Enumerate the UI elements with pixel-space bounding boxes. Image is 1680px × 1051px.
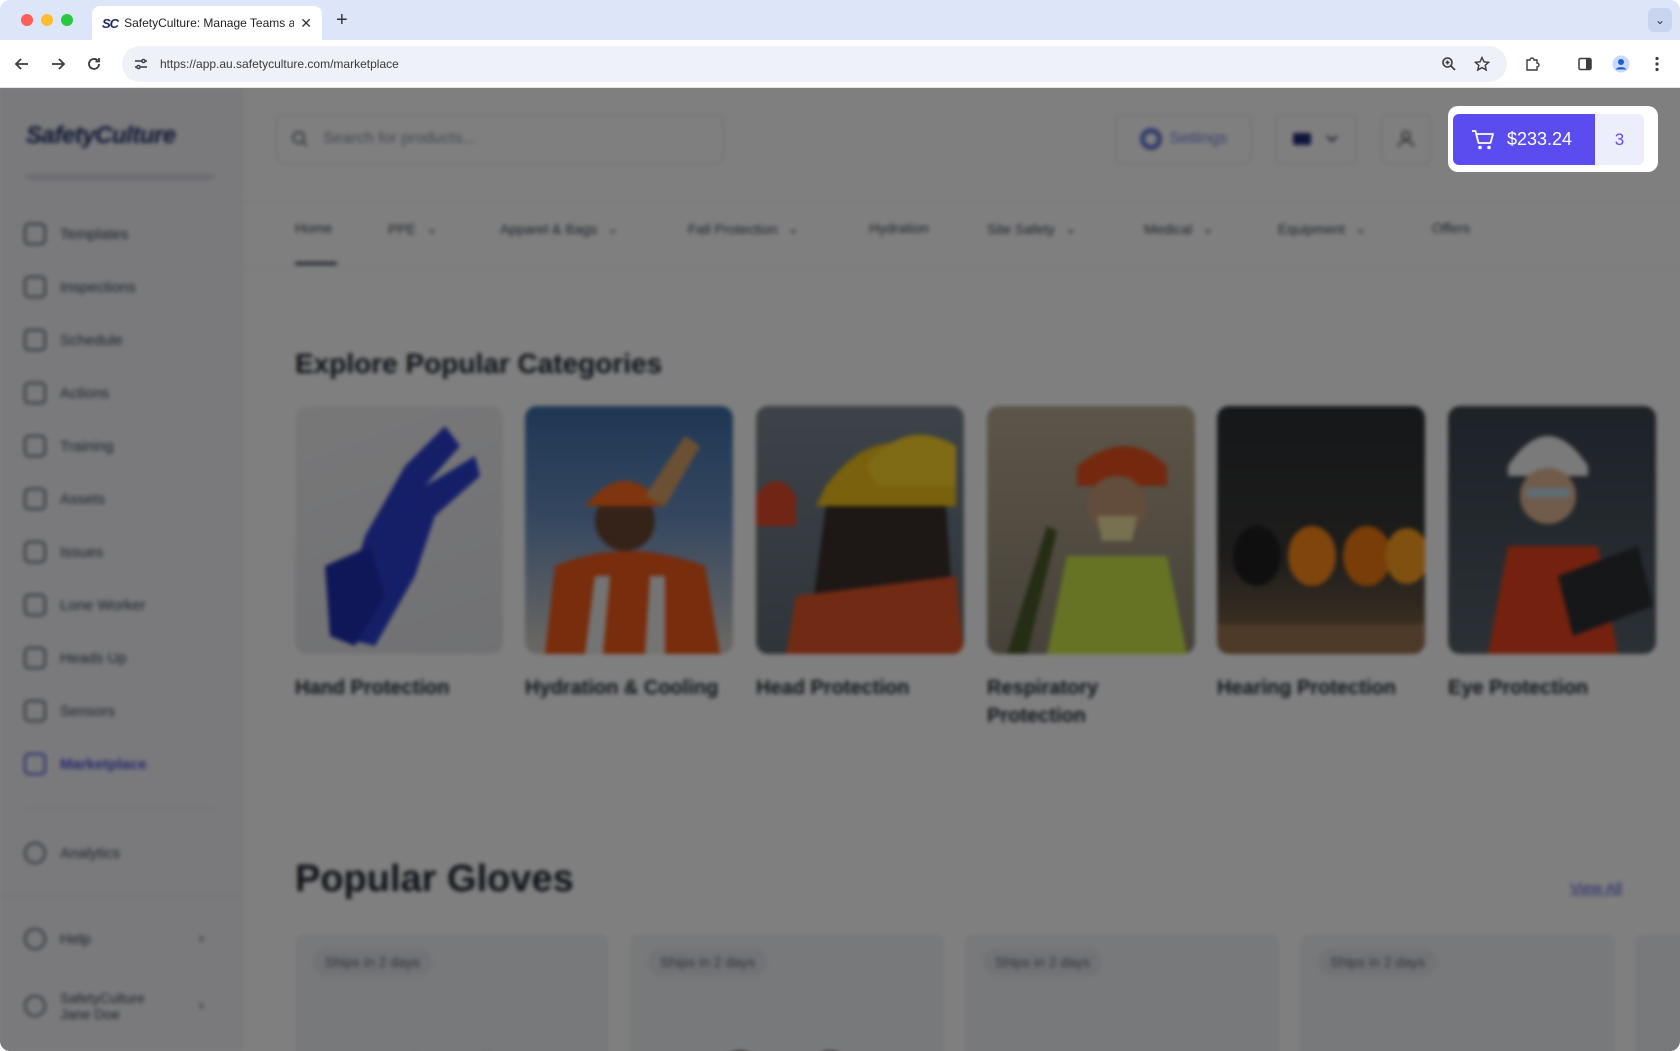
arrow-left-icon	[14, 58, 28, 70]
address-bar[interactable]: https://app.au.safetyculture.com/marketp…	[122, 46, 1507, 82]
cart-item-count[interactable]: 3	[1595, 114, 1644, 165]
address-url: https://app.au.safetyculture.com/marketp…	[160, 57, 399, 71]
cart-icon	[1472, 129, 1494, 149]
zoom-window-button[interactable]	[61, 14, 73, 26]
tab-title: SafetyCulture: Manage Teams and...	[124, 16, 295, 30]
tab-search-chevron-icon[interactable]: ⌄	[1648, 8, 1672, 32]
extensions-puzzle-icon[interactable]	[1520, 52, 1544, 76]
tab-close-icon[interactable]: ✕	[300, 15, 312, 32]
arrow-right-icon	[52, 58, 66, 70]
back-button[interactable]	[10, 52, 34, 76]
site-info-icon[interactable]	[134, 57, 148, 71]
cart-button[interactable]: $233.24	[1453, 114, 1595, 165]
cart-total: $233.24	[1507, 129, 1573, 149]
browser-menu-icon[interactable]	[1645, 52, 1669, 76]
reload-button[interactable]	[82, 52, 106, 76]
page-viewport: SafetyCulture Templates Inspections Sche…	[0, 88, 1680, 1051]
browser-toolbar: https://app.au.safetyculture.com/marketp…	[0, 40, 1680, 88]
forward-button[interactable]	[46, 52, 70, 76]
side-panel-icon[interactable]	[1573, 52, 1597, 76]
close-window-button[interactable]	[21, 14, 33, 26]
browser-tab[interactable]: SC SafetyCulture: Manage Teams and... ✕	[92, 6, 322, 40]
tab-favicon-icon: SC	[102, 15, 119, 31]
reload-icon	[88, 58, 100, 70]
zoom-icon[interactable]	[1437, 52, 1461, 76]
new-tab-button[interactable]: +	[336, 9, 348, 32]
tab-strip: SC SafetyCulture: Manage Teams and... ✕ …	[0, 0, 1680, 40]
profile-avatar-icon[interactable]	[1609, 52, 1633, 76]
browser-window: SC SafetyCulture: Manage Teams and... ✕ …	[0, 0, 1680, 1051]
minimize-window-button[interactable]	[41, 14, 53, 26]
dim-overlay	[0, 88, 1680, 1051]
bookmark-star-icon[interactable]	[1470, 52, 1494, 76]
